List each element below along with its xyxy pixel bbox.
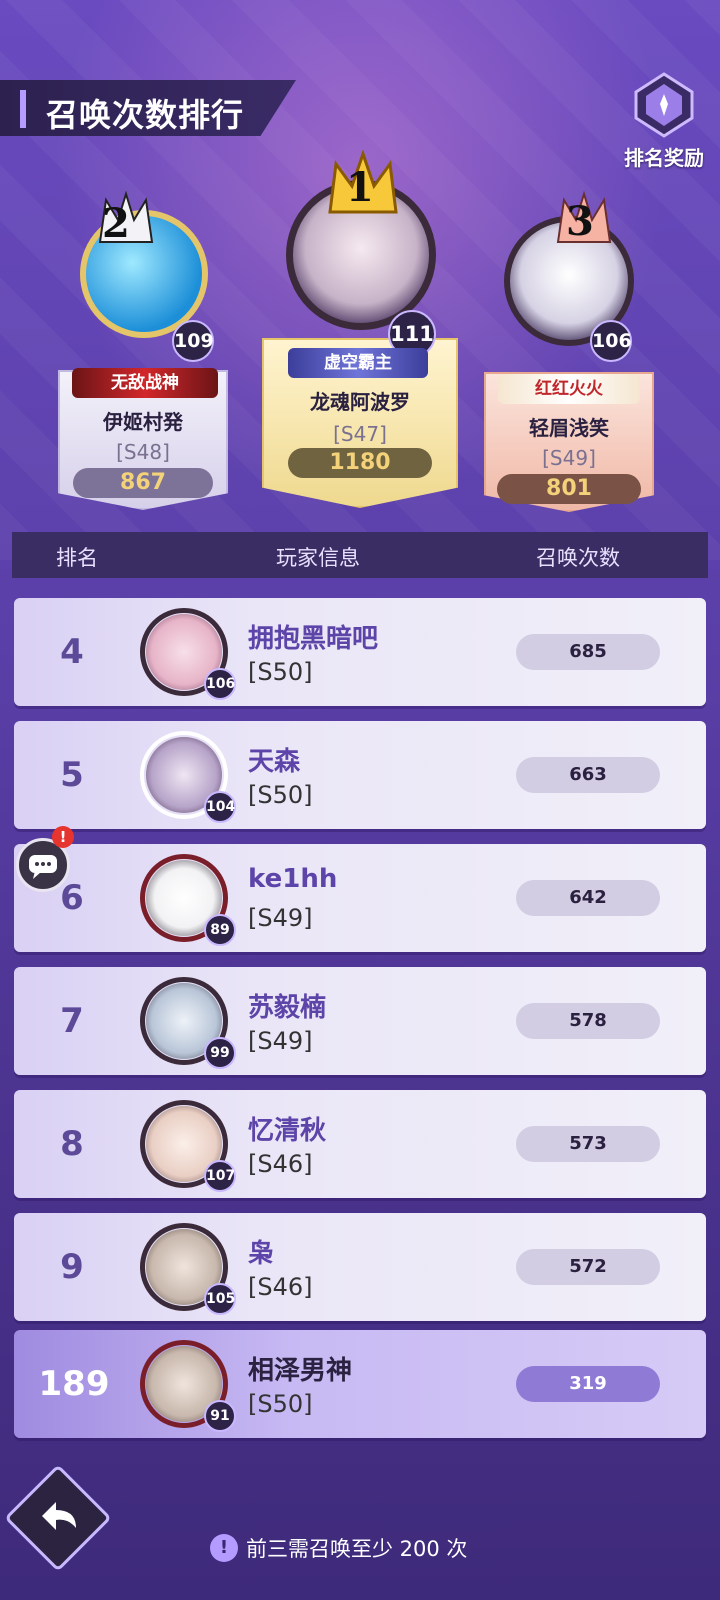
summon-count: 578	[516, 1003, 660, 1039]
player-name: 相泽男神	[248, 1356, 353, 1386]
row-rank: 7	[60, 1001, 84, 1041]
summon-count: 642	[516, 880, 660, 916]
avatar: 91	[134, 1336, 236, 1432]
summon-count: 685	[516, 634, 660, 670]
podium-first[interactable]: 1 111 虚空霸主 龙魂阿波罗 [S47] 1180	[262, 149, 458, 508]
ranking-reward-label: 排名奖励	[624, 146, 704, 170]
row-rank: 8	[60, 1124, 84, 1164]
title-badge: 红红火火	[498, 374, 640, 404]
row-rank: 189	[38, 1364, 110, 1404]
player-name: 忆清秋	[248, 1116, 327, 1146]
summon-count: 801	[546, 476, 592, 501]
summon-count: 572	[516, 1249, 660, 1285]
player-name: 拥抱黑暗吧	[248, 624, 379, 654]
podium-third[interactable]: 3 106 红红火火 轻眉浅笑 [S49] 801	[484, 190, 654, 512]
notification-badge: !	[52, 826, 74, 848]
title-accent	[20, 90, 26, 128]
summon-count: 319	[516, 1366, 660, 1402]
player-server: [S48]	[116, 440, 170, 464]
row-rank: 4	[60, 632, 84, 672]
podium-second[interactable]: 2 109 无敌战神 伊姬村発 [S48] 867	[58, 190, 228, 510]
player-name: 天森	[248, 747, 301, 777]
avatar: 104	[134, 727, 236, 823]
row-rank: 9	[60, 1247, 84, 1287]
level-badge: 99	[204, 1037, 236, 1069]
level-badge: 106	[204, 668, 236, 700]
player-name: 伊姬村発	[103, 410, 183, 434]
row-rank: 5	[60, 755, 84, 795]
reward-chest-icon	[632, 72, 696, 138]
footer-note: ! 前三需召唤至少 200 次	[210, 1530, 467, 1566]
level-badge: 105	[204, 1283, 236, 1315]
player-server: [S50]	[248, 781, 313, 809]
avatar: 99	[134, 973, 236, 1069]
title-badge: 虚空霸主	[288, 348, 428, 378]
summon-count: 1180	[329, 450, 391, 475]
back-arrow-icon	[28, 1488, 88, 1548]
rank-number: 3	[566, 198, 594, 245]
chat-bubble-icon	[29, 855, 57, 879]
level-badge: 107	[204, 1160, 236, 1192]
player-server: [S49]	[248, 904, 313, 932]
player-name: 轻眉浅笑	[529, 416, 609, 440]
ranking-row[interactable]: 9 105 枭 [S46] 572	[14, 1213, 706, 1321]
page-title: 召唤次数排行	[46, 96, 245, 134]
player-server: [S50]	[248, 1390, 313, 1418]
title-badge: 无敌战神	[72, 368, 218, 398]
ranking-row[interactable]: 4 106 拥抱黑暗吧 [S50] 685	[14, 598, 706, 706]
player-server: [S50]	[248, 658, 313, 686]
ranking-row[interactable]: 6 89 ke1hh [S49] 642	[14, 844, 706, 952]
my-ranking-row[interactable]: 189 91 相泽男神 [S50] 319	[14, 1330, 706, 1438]
player-server: [S46]	[248, 1273, 313, 1301]
footer-text: 前三需召唤至少 200 次	[246, 1537, 468, 1561]
level-badge: 104	[204, 791, 236, 823]
avatar: 106	[134, 604, 236, 700]
player-server: [S49]	[542, 446, 596, 470]
rank-number: 2	[102, 200, 130, 247]
rank-number: 1	[346, 164, 374, 211]
ranking-row[interactable]: 7 99 苏毅楠 [S49] 578	[14, 967, 706, 1075]
ranking-reward-button[interactable]: 排名奖励	[616, 72, 712, 172]
avatar: 89	[134, 850, 236, 946]
avatar: 105	[134, 1219, 236, 1315]
header-rank: 排名	[56, 546, 98, 570]
summon-count: 573	[516, 1126, 660, 1162]
header-count: 召唤次数	[536, 546, 620, 570]
level-badge: 106	[590, 320, 632, 362]
player-name: 苏毅楠	[248, 993, 327, 1023]
header-player: 玩家信息	[276, 546, 360, 570]
player-server: [S46]	[248, 1150, 313, 1178]
level-badge: 109	[172, 320, 214, 362]
info-icon: !	[210, 1534, 238, 1562]
player-server: [S49]	[248, 1027, 313, 1055]
player-name: 龙魂阿波罗	[310, 390, 410, 414]
level-badge: 91	[204, 1400, 236, 1432]
summon-count: 663	[516, 757, 660, 793]
summon-count: 867	[120, 470, 166, 495]
player-server: [S47]	[333, 422, 387, 446]
ranking-table-header: 排名 玩家信息 召唤次数	[12, 532, 708, 578]
ranking-row[interactable]: 5 104 天森 [S50] 663	[14, 721, 706, 829]
player-name: 枭	[248, 1239, 275, 1269]
player-name: ke1hh	[248, 864, 338, 894]
level-badge: 89	[204, 914, 236, 946]
ranking-row[interactable]: 8 107 忆清秋 [S46] 573	[14, 1090, 706, 1198]
avatar: 107	[134, 1096, 236, 1192]
